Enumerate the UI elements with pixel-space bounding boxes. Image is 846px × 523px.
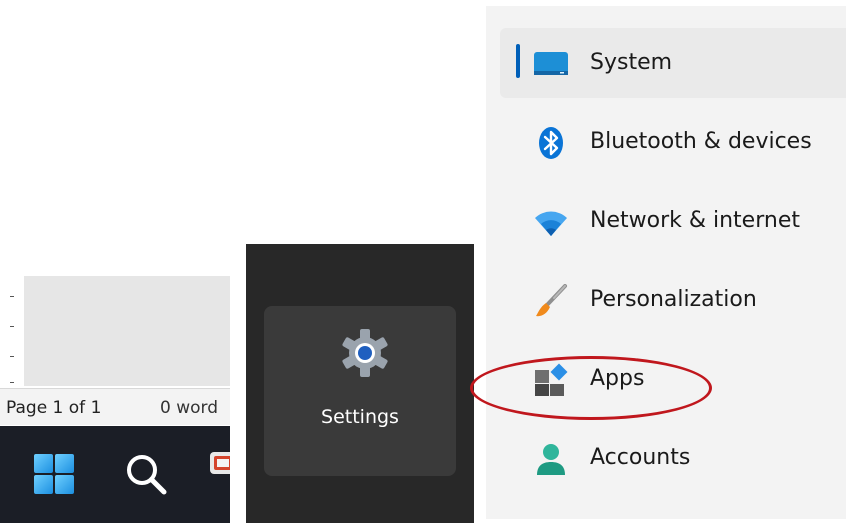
nav-item-bluetooth[interactable]: Bluetooth & devices <box>500 107 846 177</box>
windows-start-icon[interactable] <box>34 454 74 494</box>
ruler-tick <box>10 382 14 383</box>
taskbar <box>0 426 230 523</box>
wifi-icon <box>535 211 567 236</box>
settings-tile-label: Settings <box>321 406 399 428</box>
start-menu-panel: Settings <box>246 244 474 523</box>
bluetooth-icon <box>539 127 563 159</box>
selection-indicator <box>516 44 520 78</box>
person-icon <box>537 444 565 475</box>
ruler-tick <box>10 326 14 327</box>
word-status-bar: Page 1 of 1 0 word <box>0 388 230 425</box>
nav-label-accounts: Accounts <box>590 445 691 470</box>
nav-item-network[interactable]: Network & internet <box>500 186 846 256</box>
nav-item-accounts[interactable]: Accounts <box>500 423 846 493</box>
gear-icon <box>342 329 388 377</box>
page-count-status[interactable]: Page 1 of 1 <box>6 398 101 418</box>
app-icon[interactable] <box>208 450 230 476</box>
nav-item-personalization[interactable]: Personalization <box>500 265 846 335</box>
settings-nav-panel: System Bluetooth & devices Network & int… <box>486 6 846 519</box>
nav-label-network: Network & internet <box>590 208 800 233</box>
highlight-ellipse <box>470 356 712 420</box>
nav-label-bluetooth: Bluetooth & devices <box>590 129 812 154</box>
document-area[interactable] <box>24 276 230 386</box>
paintbrush-icon <box>536 284 567 317</box>
display-icon <box>534 52 568 75</box>
word-taskbar-panel: Page 1 of 1 0 word <box>0 276 230 523</box>
nav-item-system[interactable]: System <box>500 28 846 98</box>
search-icon[interactable] <box>124 452 168 496</box>
word-count-status[interactable]: 0 word <box>160 398 218 418</box>
nav-label-personalization: Personalization <box>590 287 757 312</box>
settings-app-tile[interactable]: Settings <box>264 306 456 476</box>
ruler-tick <box>10 356 14 357</box>
ruler-tick <box>10 296 14 297</box>
nav-label-system: System <box>590 50 673 75</box>
